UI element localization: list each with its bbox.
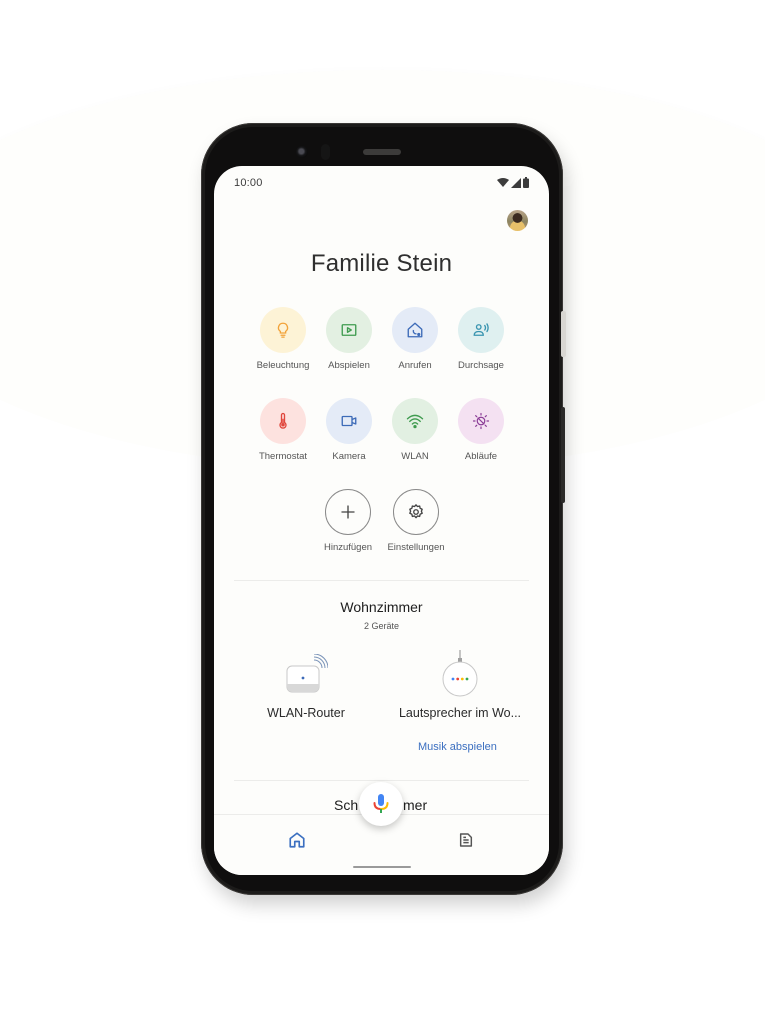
action-wlan[interactable]: WLAN [382, 398, 448, 462]
lightbulb-icon [277, 322, 289, 338]
battery-icon [523, 177, 529, 188]
action-abspielen[interactable]: Abspielen [316, 307, 382, 371]
room-device-count: 2 Geräte [363, 621, 400, 631]
action-label: Kamera [332, 451, 366, 462]
wifi-icon [497, 178, 509, 187]
device-label: WLAN-Router [267, 706, 345, 720]
action-circle [326, 307, 372, 353]
play-icon [341, 324, 357, 336]
action-ablaeufe[interactable]: Abläufe [448, 398, 514, 462]
home-title: Familie Stein [310, 250, 453, 277]
broadcast-icon [473, 323, 489, 336]
assistant-mic-button[interactable] [359, 782, 403, 826]
device-speaker[interactable]: Lautsprecher im Wo... [385, 650, 535, 720]
action-durchsage[interactable]: Durchsage [448, 307, 514, 371]
action-beleuchtung[interactable]: Beleuchtung [250, 307, 316, 371]
action-label: Einstellungen [387, 542, 445, 553]
home-indicator[interactable] [353, 866, 411, 868]
signal-icon [511, 178, 521, 188]
action-thermostat[interactable]: Thermostat [250, 398, 316, 462]
camera-icon [341, 415, 357, 427]
action-circle [458, 307, 504, 353]
actions-row-2: Thermostat Kamera WLAN Abläufe [250, 398, 514, 462]
volume-button[interactable] [561, 407, 565, 503]
screen: 10:00 Familie Stein Beleuchtung Abspiele… [214, 166, 549, 875]
actions-row-3: Hinzufügen Einstellungen [315, 489, 449, 553]
room-title: Wohnzimmer [340, 599, 423, 615]
room-title-partial-right: mer [403, 797, 428, 813]
status-time: 10:00 [234, 177, 263, 189]
microphone-icon [373, 794, 389, 813]
action-circle [260, 398, 306, 444]
divider [234, 580, 529, 581]
power-button[interactable] [561, 311, 566, 357]
action-circle [392, 398, 438, 444]
profile-avatar[interactable] [507, 210, 528, 231]
proximity-sensor [321, 144, 330, 160]
plus-icon [341, 505, 355, 519]
action-label: Thermostat [258, 451, 308, 462]
action-circle [393, 489, 439, 535]
action-kamera[interactable]: Kamera [316, 398, 382, 462]
action-circle [458, 398, 504, 444]
play-music-link[interactable]: Musik abspielen [418, 741, 497, 753]
status-icons [497, 177, 529, 188]
nav-feed[interactable] [454, 828, 478, 852]
status-bar: 10:00 [214, 166, 549, 198]
wifi-icon [406, 414, 424, 429]
device-wlan-router[interactable]: WLAN-Router [231, 654, 381, 720]
action-hinzufuegen[interactable]: Hinzufügen [315, 489, 381, 553]
router-icon [286, 654, 328, 693]
action-circle [326, 398, 372, 444]
earpiece-speaker [363, 149, 401, 155]
action-label: Abspielen [328, 360, 370, 371]
action-circle [325, 489, 371, 535]
action-label: WLAN [401, 451, 429, 462]
action-label: Beleuchtung [256, 360, 310, 371]
action-label: Hinzufügen [323, 542, 373, 553]
actions-row-1: Beleuchtung Abspielen Anrufen Durchsage [250, 307, 514, 371]
front-camera [296, 146, 308, 158]
feed-icon [459, 833, 473, 847]
speaker-icon [442, 650, 478, 697]
gear-icon [409, 504, 423, 519]
home-icon [289, 832, 305, 848]
action-circle [392, 307, 438, 353]
nav-home[interactable] [285, 828, 309, 852]
device-label: Lautsprecher im Wo... [398, 706, 522, 720]
action-anrufen[interactable]: Anrufen [382, 307, 448, 371]
action-label: Durchsage [458, 360, 504, 371]
call-home-icon [407, 322, 423, 338]
action-einstellungen[interactable]: Einstellungen [383, 489, 449, 553]
thermometer-icon [279, 412, 287, 429]
action-circle [260, 307, 306, 353]
action-label: Anrufen [398, 360, 432, 371]
routines-icon [472, 412, 490, 430]
action-label: Abläufe [464, 451, 498, 462]
divider [234, 780, 529, 781]
room-title-partial-left: Sch [334, 797, 359, 813]
